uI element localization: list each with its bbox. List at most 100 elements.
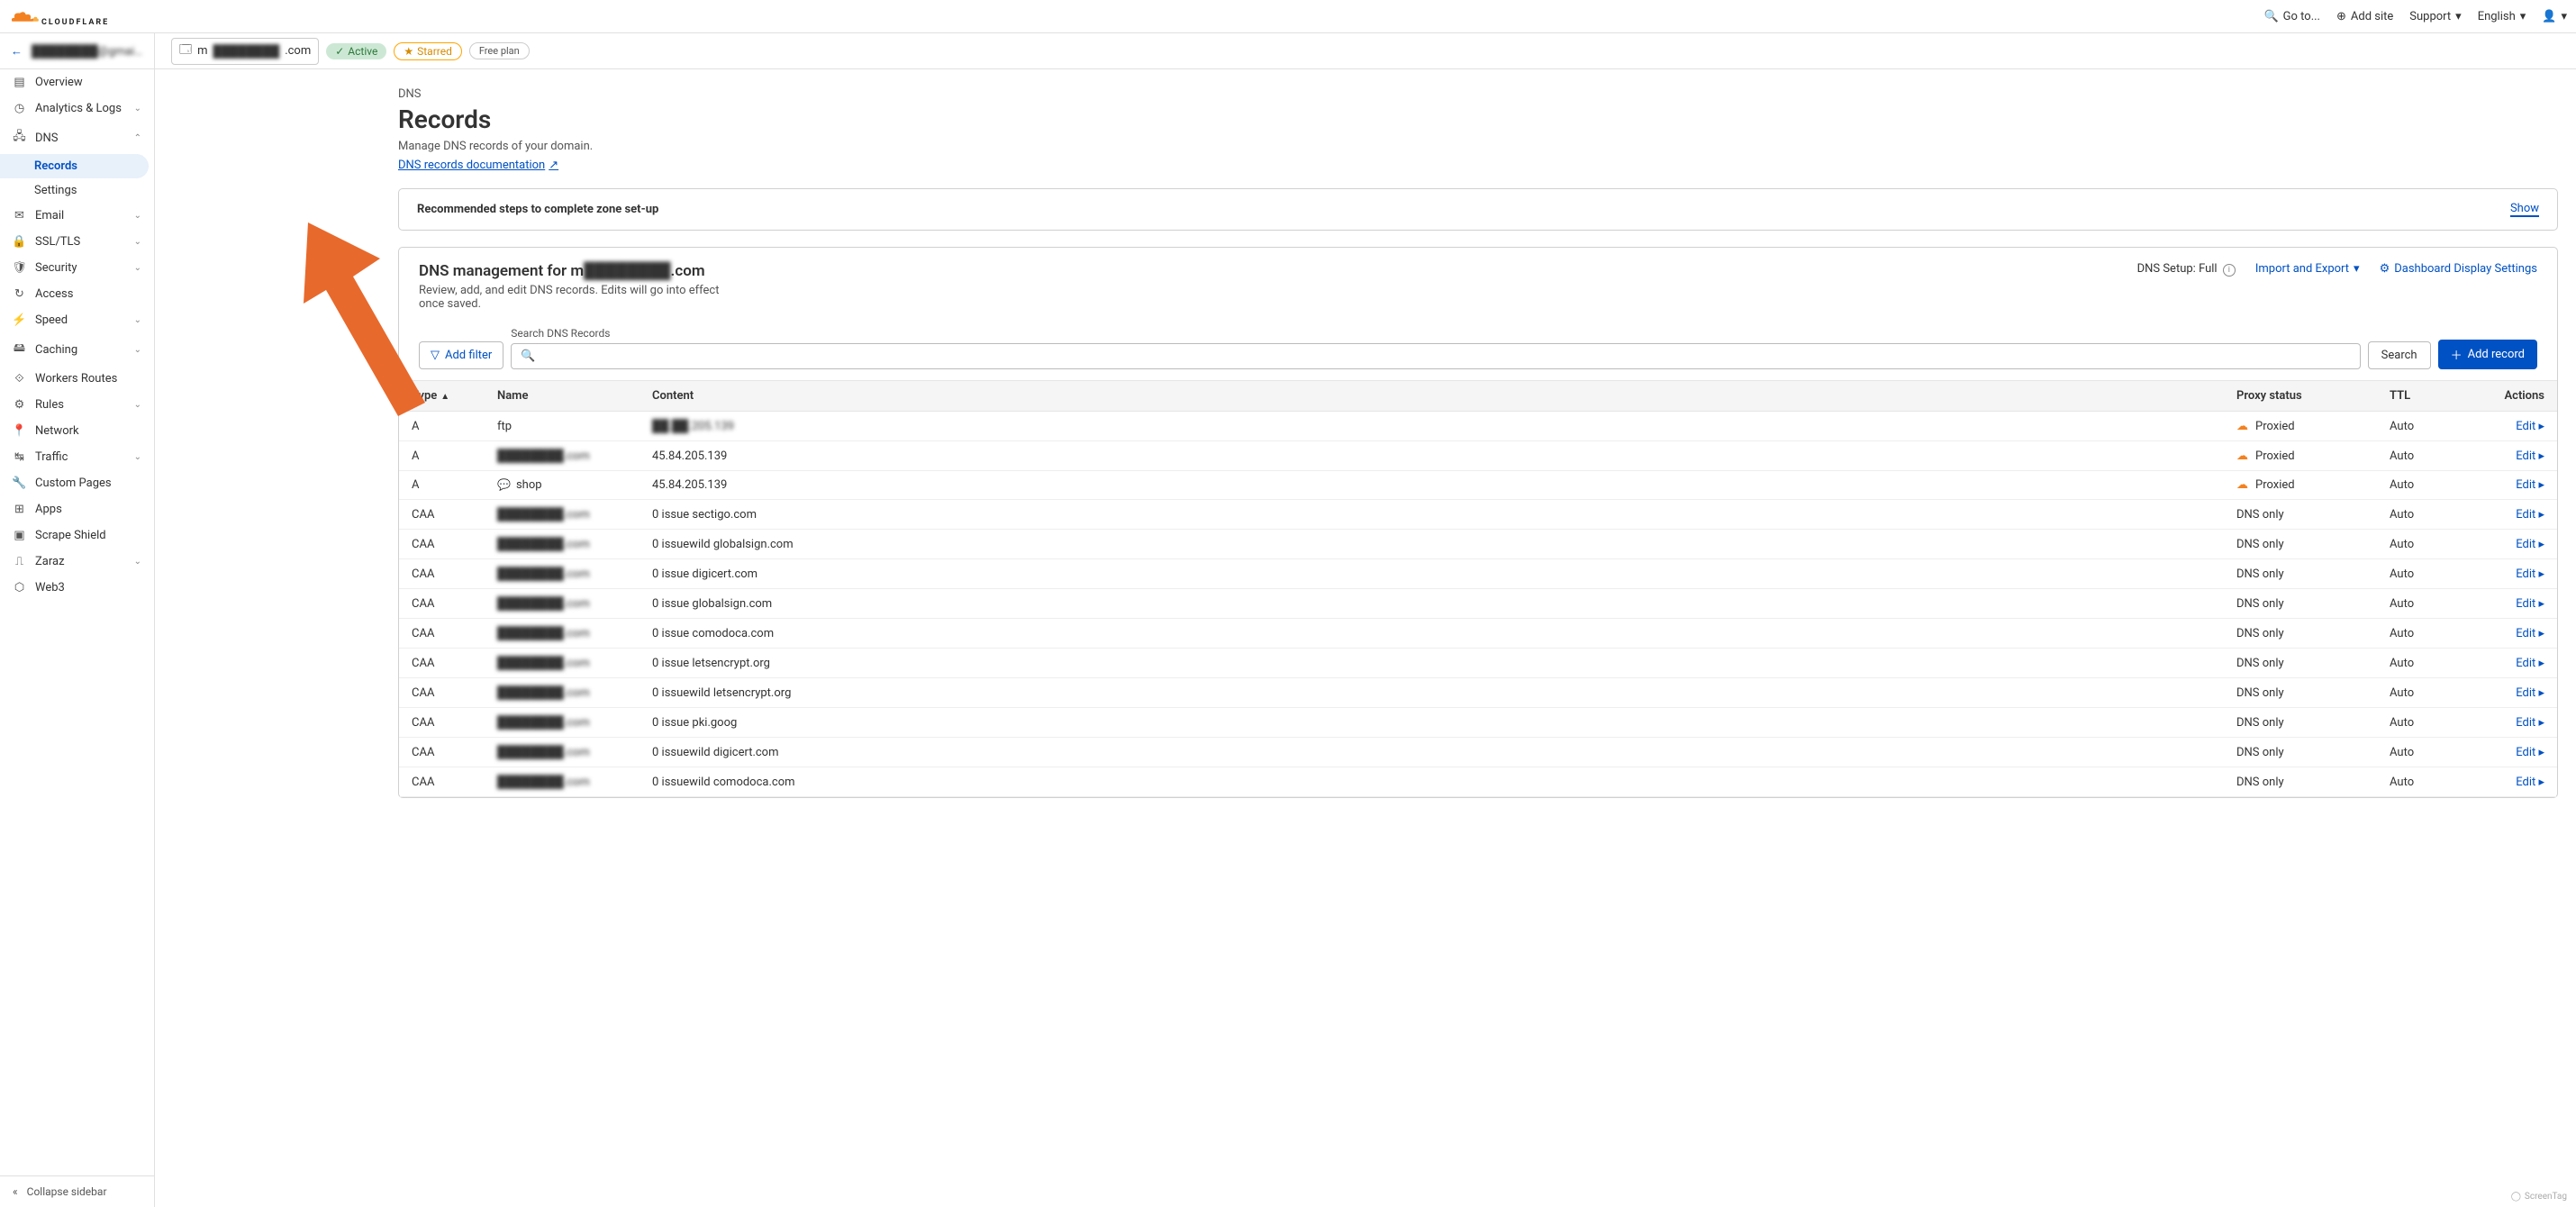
comment-icon: 💬 xyxy=(497,478,511,491)
mgmt-subtitle: Review, add, and edit DNS records. Edits… xyxy=(419,284,725,311)
cell-ttl: Auto xyxy=(2377,412,2485,441)
search-button[interactable]: Search xyxy=(2368,341,2431,369)
table-row: CAA ████████.com 0 issue globalsign.com … xyxy=(399,589,2557,619)
nav-overview[interactable]: ▤Overview xyxy=(0,69,154,95)
cell-ttl: Auto xyxy=(2377,471,2485,500)
show-link[interactable]: Show xyxy=(2510,202,2539,217)
cell-name: ████████.com xyxy=(485,619,639,649)
watermark: ◯ ScreenTag xyxy=(2511,1192,2567,1202)
nav-access[interactable]: ↻Access xyxy=(0,281,154,307)
cell-content: ██.██.205.139 xyxy=(639,412,2224,441)
cell-proxy: DNS only xyxy=(2224,559,2377,589)
cell-content: 45.84.205.139 xyxy=(639,471,2224,500)
import-export-menu[interactable]: Import and Export ▾ xyxy=(2255,262,2360,276)
docs-link[interactable]: DNS records documentation ↗ xyxy=(398,159,558,172)
cell-content: 0 issuewild digicert.com xyxy=(639,738,2224,767)
nav-traffic[interactable]: ↹Traffic⌄ xyxy=(0,444,154,470)
cell-name: ████████.com xyxy=(485,559,639,589)
info-icon[interactable]: i xyxy=(2223,264,2236,277)
edit-button[interactable]: Edit ▸ xyxy=(2516,538,2544,551)
display-settings-link[interactable]: ⚙ Dashboard Display Settings xyxy=(2380,262,2537,276)
cloudflare-logo[interactable]: CLOUDFLARE xyxy=(9,5,109,27)
nav-network[interactable]: 📍Network xyxy=(0,418,154,444)
edit-button[interactable]: Edit ▸ xyxy=(2516,686,2544,700)
edit-button[interactable]: Edit ▸ xyxy=(2516,478,2544,492)
search-icon: 🔍 xyxy=(2263,10,2278,23)
cell-ttl: Auto xyxy=(2377,530,2485,559)
cell-type: CAA xyxy=(399,559,485,589)
support-menu[interactable]: Support ▾ xyxy=(2409,10,2461,23)
nav-dns-records[interactable]: Records xyxy=(0,154,149,178)
cell-ttl: Auto xyxy=(2377,678,2485,708)
th-ttl[interactable]: TTL xyxy=(2377,381,2485,412)
recommended-panel: Recommended steps to complete zone set-u… xyxy=(398,188,2558,231)
cell-name: ftp xyxy=(485,412,639,441)
table-row: CAA ████████.com 0 issue pki.goog DNS on… xyxy=(399,708,2557,738)
edit-button[interactable]: Edit ▸ xyxy=(2516,716,2544,730)
chevron-down-icon: ⌄ xyxy=(134,345,141,355)
header-row: ← ████████@gmail.... 🗔 m████████.com ✓ A… xyxy=(0,33,2576,69)
search-icon: 🔍 xyxy=(521,349,535,363)
starred-badge[interactable]: ★ Starred xyxy=(394,42,462,60)
th-content[interactable]: Content xyxy=(639,381,2224,412)
edit-button[interactable]: Edit ▸ xyxy=(2516,627,2544,640)
edit-button[interactable]: Edit ▸ xyxy=(2516,508,2544,522)
cell-content: 0 issue sectigo.com xyxy=(639,500,2224,530)
check-icon: ✓ xyxy=(335,45,344,58)
edit-button[interactable]: Edit ▸ xyxy=(2516,657,2544,670)
nav-email[interactable]: ✉Email⌄ xyxy=(0,203,154,229)
nav-dns[interactable]: 🖧DNS⌃ xyxy=(0,122,154,154)
back-button[interactable]: ← xyxy=(11,44,23,59)
cell-content: 0 issuewild globalsign.com xyxy=(639,530,2224,559)
cell-content: 0 issue comodoca.com xyxy=(639,619,2224,649)
add-filter-button[interactable]: ▽ Add filter xyxy=(419,341,503,369)
cloud-proxied-icon: ☁ xyxy=(2236,449,2248,463)
chevron-down-icon: ⌄ xyxy=(134,211,141,221)
nav-speed[interactable]: ⚡Speed⌄ xyxy=(0,307,154,333)
th-type[interactable]: Type▲ xyxy=(399,381,485,412)
cell-ttl: Auto xyxy=(2377,767,2485,797)
add-site-button[interactable]: ⊕ Add site xyxy=(2336,10,2393,23)
language-menu[interactable]: English ▾ xyxy=(2478,10,2526,23)
cell-type: A xyxy=(399,412,485,441)
edit-button[interactable]: Edit ▸ xyxy=(2516,776,2544,789)
cell-ttl: Auto xyxy=(2377,738,2485,767)
domain-button[interactable]: 🗔 m████████.com xyxy=(171,38,319,65)
collapse-sidebar[interactable]: « Collapse sidebar xyxy=(0,1175,154,1207)
table-row: A 💬shop 45.84.205.139 ☁Proxied Auto Edit… xyxy=(399,471,2557,500)
traffic-icon: ↹ xyxy=(13,450,26,464)
goto-button[interactable]: 🔍 Go to... xyxy=(2263,10,2320,23)
nav-workers[interactable]: ⟐Workers Routes xyxy=(0,366,154,392)
user-menu[interactable]: 👤 ▾ xyxy=(2542,10,2567,23)
th-proxy[interactable]: Proxy status xyxy=(2224,381,2377,412)
nav-zaraz[interactable]: ⎍Zaraz⌄ xyxy=(0,549,154,575)
cell-type: A xyxy=(399,441,485,471)
cell-name: ████████.com xyxy=(485,441,639,471)
edit-button[interactable]: Edit ▸ xyxy=(2516,597,2544,611)
lock-icon: 🔒 xyxy=(13,235,26,249)
nav-rules[interactable]: ⚙Rules⌄ xyxy=(0,392,154,418)
edit-button[interactable]: Edit ▸ xyxy=(2516,746,2544,759)
nav-scrape[interactable]: ▣Scrape Shield xyxy=(0,522,154,549)
th-actions: Actions xyxy=(2485,381,2557,412)
nav-ssl[interactable]: 🔒SSL/TLS⌄ xyxy=(0,229,154,255)
account-name[interactable]: ████████@gmail.... xyxy=(32,44,143,59)
nav-dns-settings[interactable]: Settings xyxy=(0,178,154,203)
nav-caching[interactable]: 🖴Caching⌄ xyxy=(0,333,154,366)
table-row: CAA ████████.com 0 issue sectigo.com DNS… xyxy=(399,500,2557,530)
disk-icon: 🖴 xyxy=(13,340,26,359)
edit-button[interactable]: Edit ▸ xyxy=(2516,420,2544,433)
zaraz-icon: ⎍ xyxy=(13,555,26,568)
nav-apps[interactable]: ⊞Apps xyxy=(0,496,154,522)
nav-security[interactable]: 🛡Security⌄ xyxy=(0,255,154,281)
cell-content: 0 issue letsencrypt.org xyxy=(639,649,2224,678)
search-input[interactable] xyxy=(540,349,2350,363)
add-record-button[interactable]: ＋ Add record xyxy=(2438,340,2537,369)
page-title: Records xyxy=(398,104,2558,134)
nav-custom-pages[interactable]: 🔧Custom Pages xyxy=(0,470,154,496)
edit-button[interactable]: Edit ▸ xyxy=(2516,567,2544,581)
nav-analytics[interactable]: ◷Analytics & Logs⌄ xyxy=(0,95,154,122)
nav-web3[interactable]: ⬡Web3 xyxy=(0,575,154,601)
edit-button[interactable]: Edit ▸ xyxy=(2516,449,2544,463)
th-name[interactable]: Name xyxy=(485,381,639,412)
